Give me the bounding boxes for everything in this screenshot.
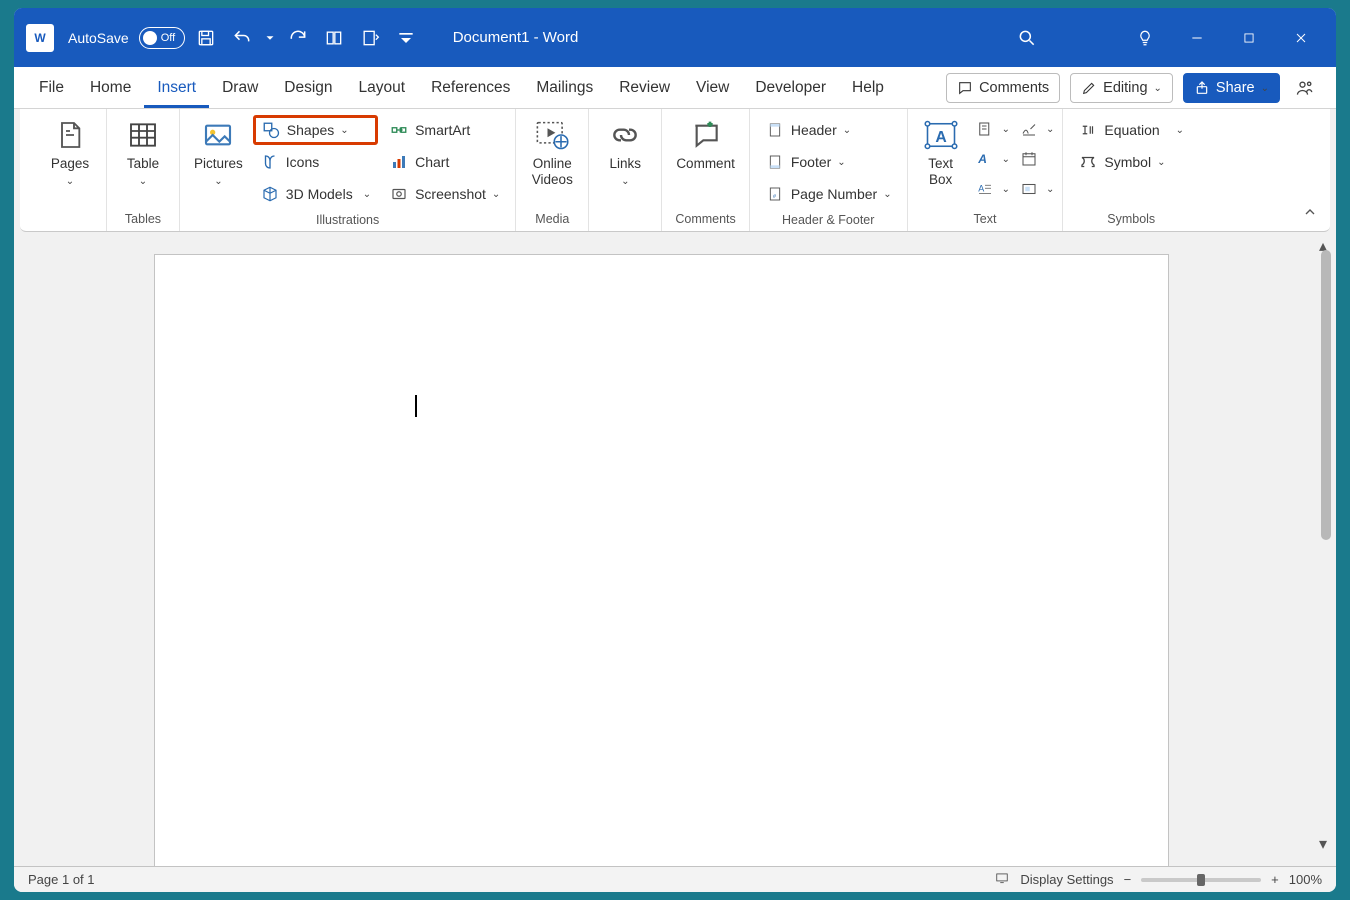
vertical-scrollbar[interactable]: ▴ ▾ — [1318, 236, 1334, 846]
comment-button[interactable]: Comment — [670, 115, 741, 174]
header-button[interactable]: Header⌄ — [758, 115, 899, 145]
tab-home[interactable]: Home — [77, 67, 144, 108]
tab-help[interactable]: Help — [839, 67, 897, 108]
group-label-headerfooter: Header & Footer — [758, 209, 899, 232]
group-label-media: Media — [524, 208, 580, 231]
help-lightbulb-icon[interactable] — [1122, 18, 1168, 58]
online-videos-button[interactable]: Online Videos — [524, 115, 580, 189]
document-title: Document1 - Word — [453, 29, 579, 46]
quick-parts-button[interactable] — [970, 115, 1000, 143]
close-button[interactable] — [1278, 18, 1324, 58]
svg-text:A: A — [978, 183, 984, 193]
document-page[interactable] — [154, 254, 1169, 866]
smartart-button[interactable]: SmartArt — [382, 115, 507, 145]
table-button[interactable]: Table ⌄ — [115, 115, 171, 189]
autosave-toggle-state: Off — [161, 32, 175, 44]
comments-button[interactable]: Comments — [946, 73, 1060, 103]
redo-button[interactable] — [283, 23, 313, 53]
footer-button[interactable]: Footer⌄ — [758, 147, 899, 177]
collapse-ribbon-button[interactable] — [1302, 204, 1318, 225]
group-label-text: Text — [916, 208, 1055, 231]
pictures-button[interactable]: Pictures ⌄ — [188, 115, 249, 189]
symbol-button[interactable]: Symbol⌄ — [1071, 147, 1191, 177]
group-label-tables: Tables — [115, 208, 171, 231]
tab-insert[interactable]: Insert — [144, 67, 209, 108]
undo-dropdown[interactable] — [263, 23, 277, 53]
tab-mailings[interactable]: Mailings — [523, 67, 606, 108]
page-info[interactable]: Page 1 of 1 — [28, 872, 95, 887]
qat-item-1[interactable] — [319, 23, 349, 53]
wordart-button[interactable]: A — [970, 145, 1000, 173]
account-icon[interactable] — [1290, 74, 1320, 102]
display-settings[interactable]: Display Settings — [1020, 872, 1113, 887]
scroll-up-icon[interactable]: ▴ — [1319, 236, 1331, 248]
svg-text:#: # — [773, 194, 776, 200]
group-label-comments: Comments — [670, 208, 741, 231]
chart-button[interactable]: Chart — [382, 147, 507, 177]
group-label-pages — [42, 208, 98, 231]
qat-item-2[interactable] — [355, 23, 385, 53]
scroll-down-icon[interactable]: ▾ — [1319, 834, 1331, 846]
share-button[interactable]: Share⌄ — [1183, 73, 1280, 103]
tab-references[interactable]: References — [418, 67, 523, 108]
zoom-level[interactable]: 100% — [1289, 872, 1322, 887]
object-button[interactable] — [1014, 175, 1044, 203]
shapes-button[interactable]: Shapes⌄ — [253, 115, 378, 145]
drop-cap-button[interactable]: A — [970, 175, 1000, 203]
customize-qat[interactable] — [391, 23, 421, 53]
word-app-icon: W — [26, 24, 54, 52]
pages-button[interactable]: Pages ⌄ — [42, 115, 98, 189]
zoom-slider[interactable] — [1141, 878, 1261, 882]
editing-mode-button[interactable]: Editing⌄ — [1070, 73, 1173, 103]
tab-layout[interactable]: Layout — [346, 67, 419, 108]
autosave-toggle[interactable]: Off — [139, 27, 185, 49]
minimize-button[interactable] — [1174, 18, 1220, 58]
equation-button[interactable]: Equation⌄ — [1071, 115, 1191, 145]
3d-models-button[interactable]: 3D Models⌄ — [253, 179, 378, 209]
group-label-links — [597, 208, 653, 231]
tab-developer[interactable]: Developer — [742, 67, 839, 108]
date-time-button[interactable] — [1014, 145, 1044, 173]
tab-file[interactable]: File — [26, 67, 77, 108]
zoom-in-button[interactable]: + — [1271, 872, 1279, 887]
text-cursor — [415, 395, 417, 417]
group-label-symbols: Symbols — [1071, 208, 1191, 231]
autosave-label: AutoSave — [68, 30, 129, 46]
zoom-out-button[interactable]: − — [1124, 872, 1132, 887]
tab-draw[interactable]: Draw — [209, 67, 271, 108]
screenshot-button[interactable]: Screenshot⌄ — [382, 179, 507, 209]
page-number-button[interactable]: #Page Number⌄ — [758, 179, 899, 209]
undo-button[interactable] — [227, 23, 257, 53]
save-button[interactable] — [191, 23, 221, 53]
tab-view[interactable]: View — [683, 67, 742, 108]
search-button[interactable] — [1004, 18, 1050, 58]
group-label-illustrations: Illustrations — [188, 209, 507, 232]
svg-text:A: A — [977, 152, 987, 166]
icons-button[interactable]: Icons — [253, 147, 378, 177]
links-button[interactable]: Links ⌄ — [597, 115, 653, 189]
display-settings-icon[interactable] — [994, 871, 1010, 888]
maximize-button[interactable] — [1226, 18, 1272, 58]
scroll-thumb[interactable] — [1321, 250, 1331, 540]
tab-design[interactable]: Design — [271, 67, 345, 108]
text-box-button[interactable]: A Text Box — [916, 115, 966, 189]
signature-line-button[interactable] — [1014, 115, 1044, 143]
svg-text:A: A — [935, 129, 946, 146]
tab-review[interactable]: Review — [606, 67, 683, 108]
